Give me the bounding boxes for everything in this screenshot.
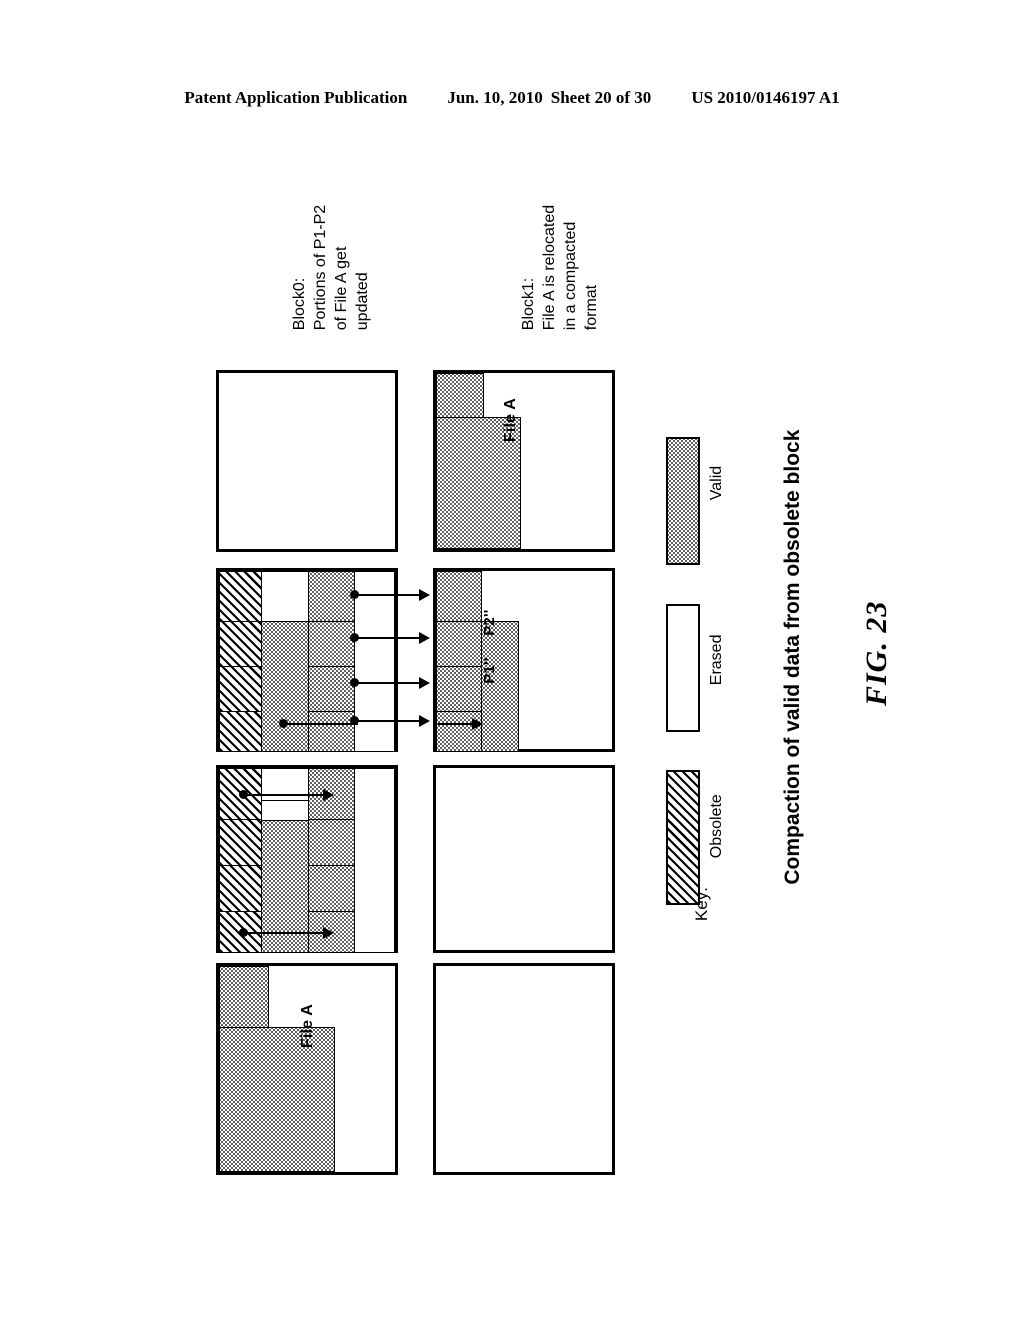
- step3-arrow-1-head: [419, 589, 430, 601]
- step4-block0: [216, 370, 398, 552]
- step3-arrow-4-head: [419, 715, 430, 727]
- file-a-text-1: File A: [299, 1003, 316, 1049]
- step1-block0: File A: [216, 963, 398, 1175]
- key-label-erased: Erased: [690, 635, 744, 703]
- step3-obsolete-seg-a: [219, 571, 262, 622]
- step2-arrow1-line: [243, 794, 325, 796]
- step4-file-a-part-upper: [436, 373, 484, 418]
- step3-arrow-3-head: [419, 677, 430, 689]
- step3-inner-line: [283, 723, 358, 725]
- annotation-block1-line4: format: [583, 284, 600, 331]
- p1-dprime-text-3: P1'': [481, 657, 498, 684]
- step3-obsolete-seg-d: [219, 711, 262, 752]
- step3-valid-seg-bot: [308, 711, 355, 752]
- step3-arrow-2-line: [354, 637, 420, 639]
- step2-block0: P2 P1 P2' P1': [216, 765, 398, 953]
- step2-erased-right: [354, 768, 395, 953]
- step3-arrow-3-line: [354, 682, 420, 684]
- step2-erased-top: [261, 768, 309, 801]
- step2-block1: [433, 765, 615, 953]
- step2-erased-top2: [261, 800, 309, 821]
- step3-b1-inner-head: [472, 718, 483, 730]
- step3-label-p1-dprime: P1'': [464, 658, 515, 711]
- step1-file-a-part-upper: [219, 966, 269, 1028]
- key-valid-text: Valid: [708, 465, 725, 501]
- step3-label-p2-dprime: P2'': [464, 610, 515, 663]
- figure-23-drawing: Block0: Portions of P1-P2 of File A get …: [0, 0, 1024, 1320]
- step1-block1: [433, 963, 615, 1175]
- step3-arrow-4-line: [354, 720, 420, 722]
- step3-block1: P2'' P1'': [433, 568, 615, 752]
- step2-arrow2-head: [323, 927, 334, 939]
- annotation-block1-l4: format: [560, 285, 623, 348]
- step3-valid-col2: [261, 621, 309, 752]
- step4-block1: File A: [433, 370, 615, 552]
- annotation-block0-line4: updated: [354, 272, 371, 331]
- step3-b1-inner-line: [438, 723, 474, 725]
- annotation-block0-l4: updated: [331, 272, 394, 348]
- p2-dprime-text-3: P2'': [481, 609, 498, 636]
- key-label-obsolete: Obsolete: [690, 794, 744, 876]
- figure-caption-text: Compaction of valid data from obsolete b…: [781, 429, 804, 885]
- key-label-valid: Valid: [690, 466, 744, 518]
- step3-erased-top: [261, 571, 309, 622]
- step2-arrow1-head: [323, 789, 334, 801]
- figure-caption: Compaction of valid data from obsolete b…: [757, 430, 829, 908]
- key-obsolete-text: Obsolete: [708, 794, 725, 859]
- step2-arrow2-line: [243, 932, 325, 934]
- step4-file-a-label: File A: [484, 398, 538, 470]
- figure-number-text: FIG. 23: [860, 600, 893, 706]
- step3-arrow-2-head: [419, 632, 430, 644]
- step3-erased-right: [354, 571, 395, 752]
- step1-file-a-label: File A: [281, 1004, 335, 1076]
- figure-number: FIG. 23: [826, 601, 928, 740]
- file-a-text-4: File A: [502, 397, 519, 443]
- step3-arrow-1-line: [354, 594, 420, 596]
- key-erased-text: Erased: [708, 634, 725, 686]
